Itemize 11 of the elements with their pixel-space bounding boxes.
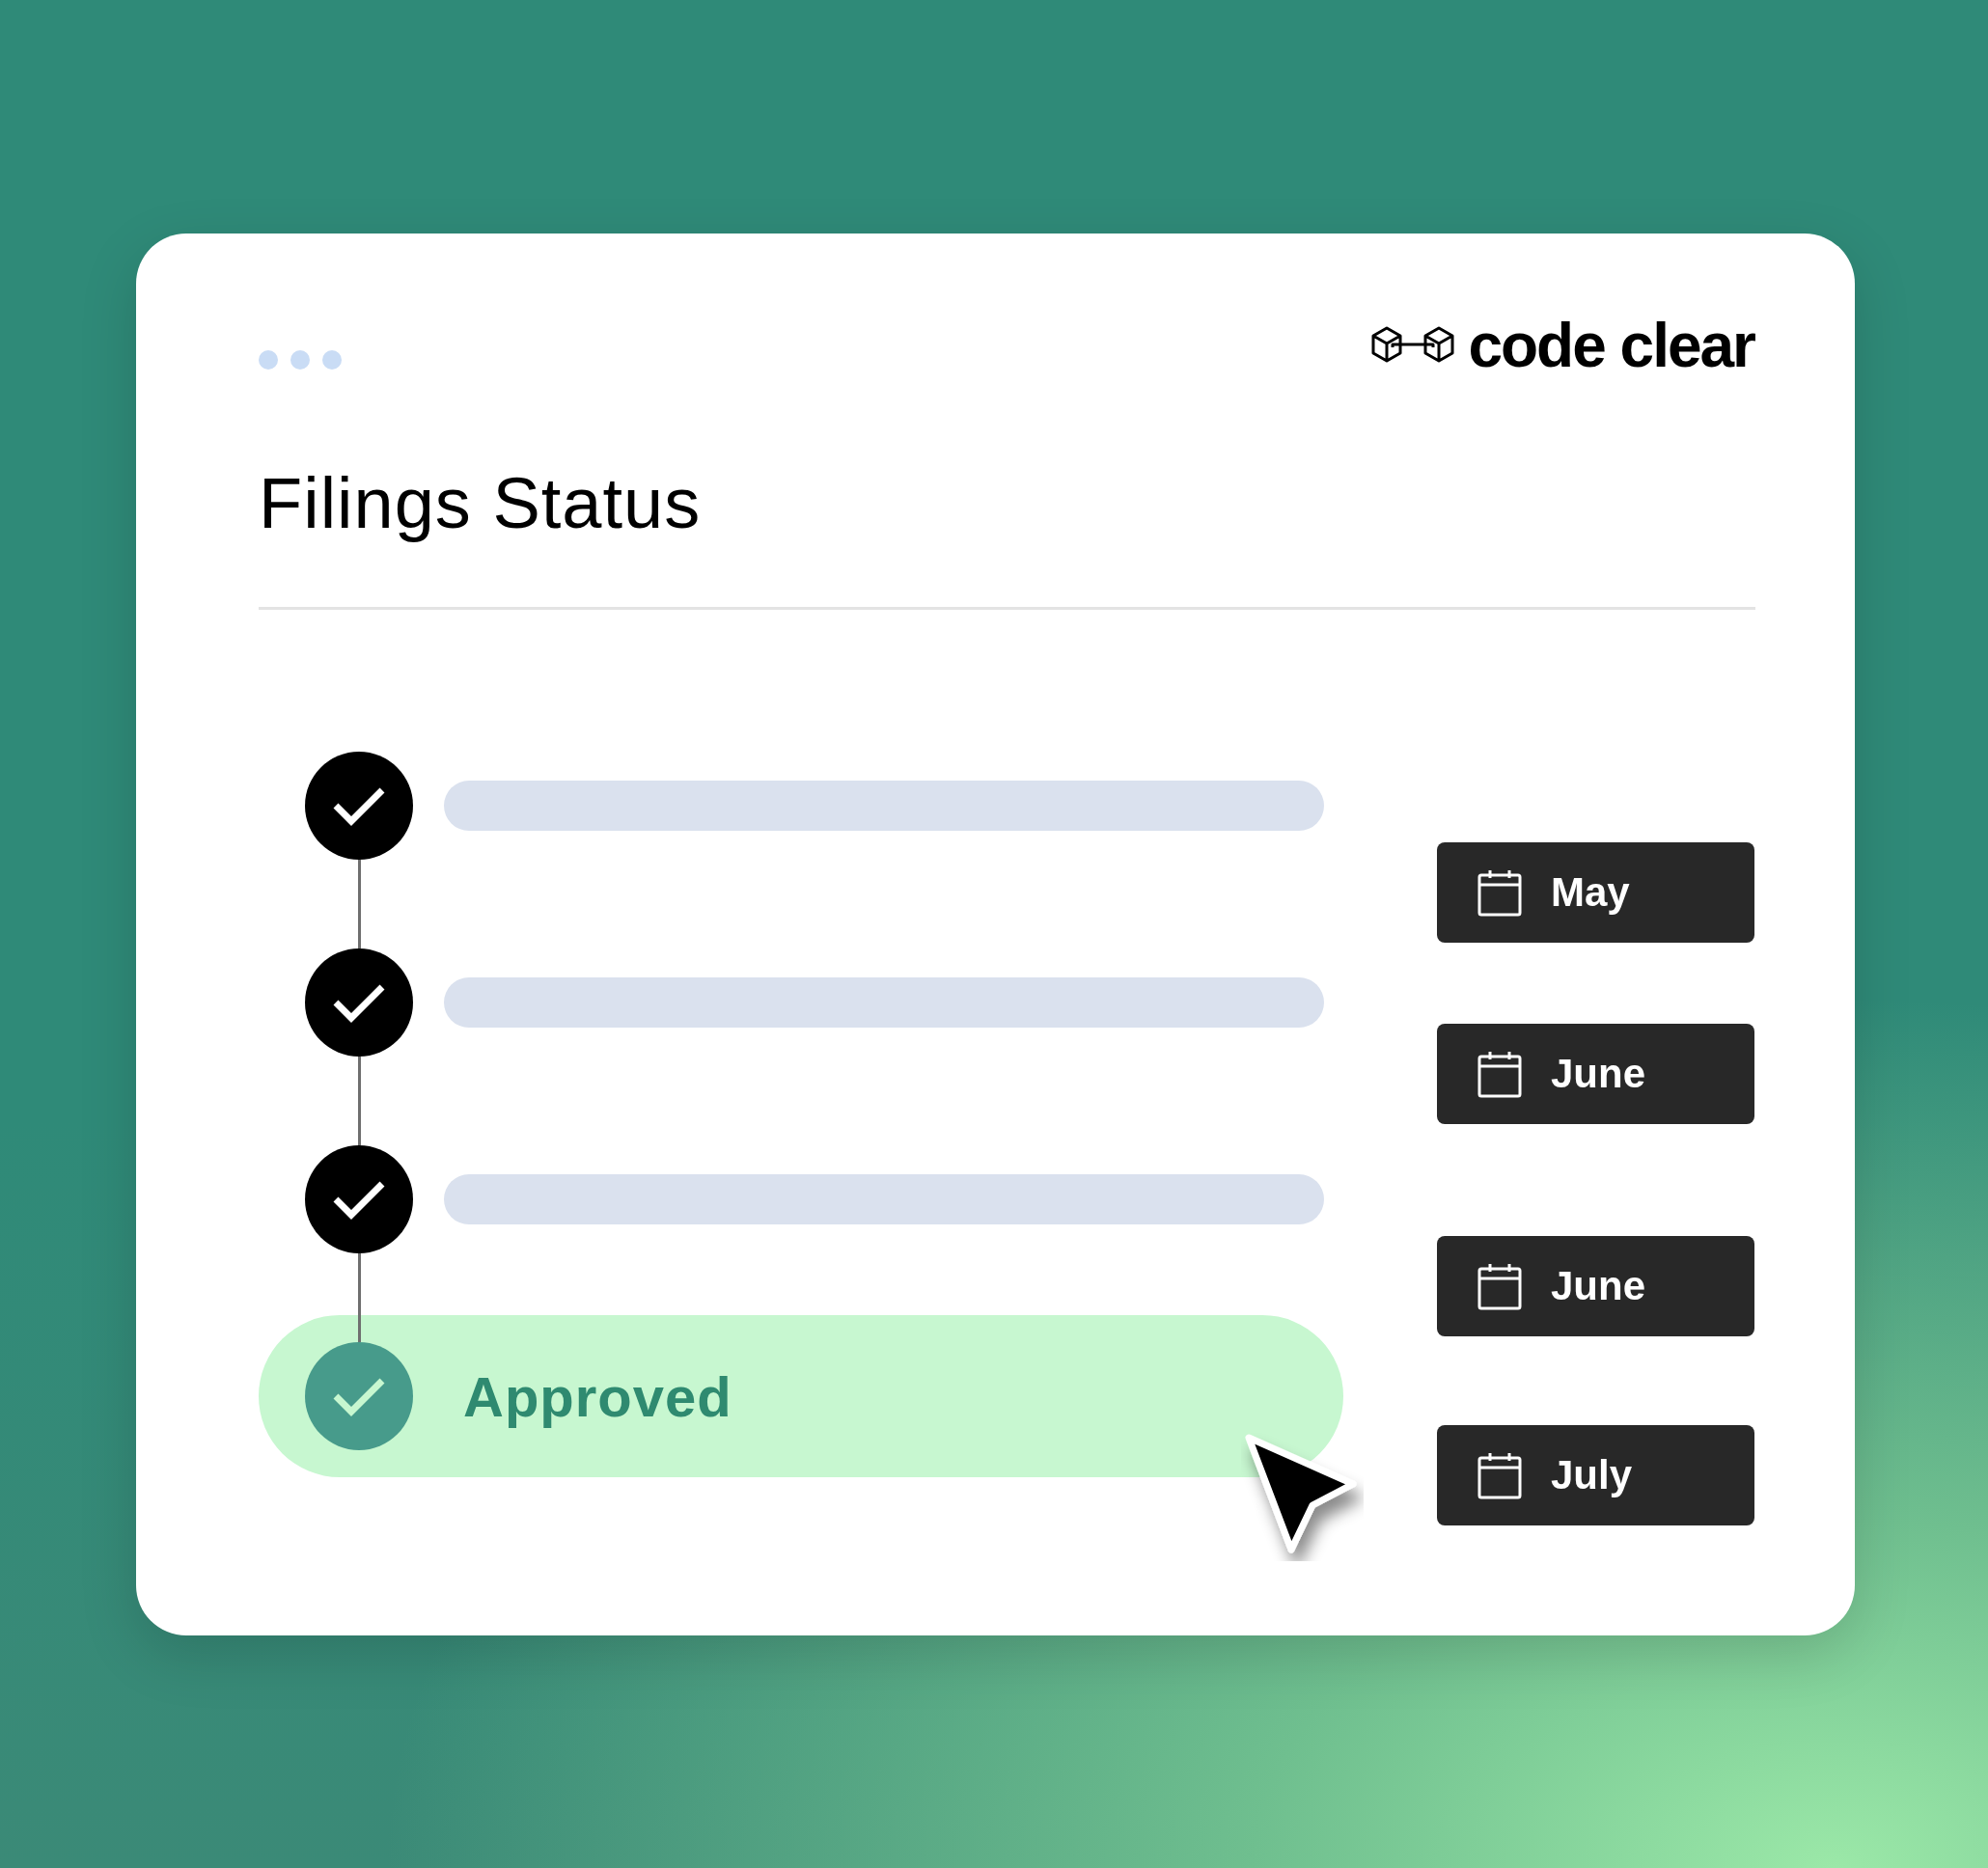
date-button[interactable]: June	[1437, 1024, 1754, 1124]
date-button[interactable]: June	[1437, 1236, 1754, 1336]
calendar-icon	[1477, 1050, 1522, 1098]
window-dots-icon	[259, 350, 342, 370]
calendar-icon	[1477, 1262, 1522, 1310]
calendar-icon	[1477, 1451, 1522, 1499]
date-button[interactable]: May	[1437, 842, 1754, 943]
date-button[interactable]: July	[1437, 1425, 1754, 1525]
calendar-icon	[1477, 868, 1522, 917]
status-label: Approved	[463, 1363, 732, 1429]
brand-name: code clear	[1468, 310, 1754, 381]
